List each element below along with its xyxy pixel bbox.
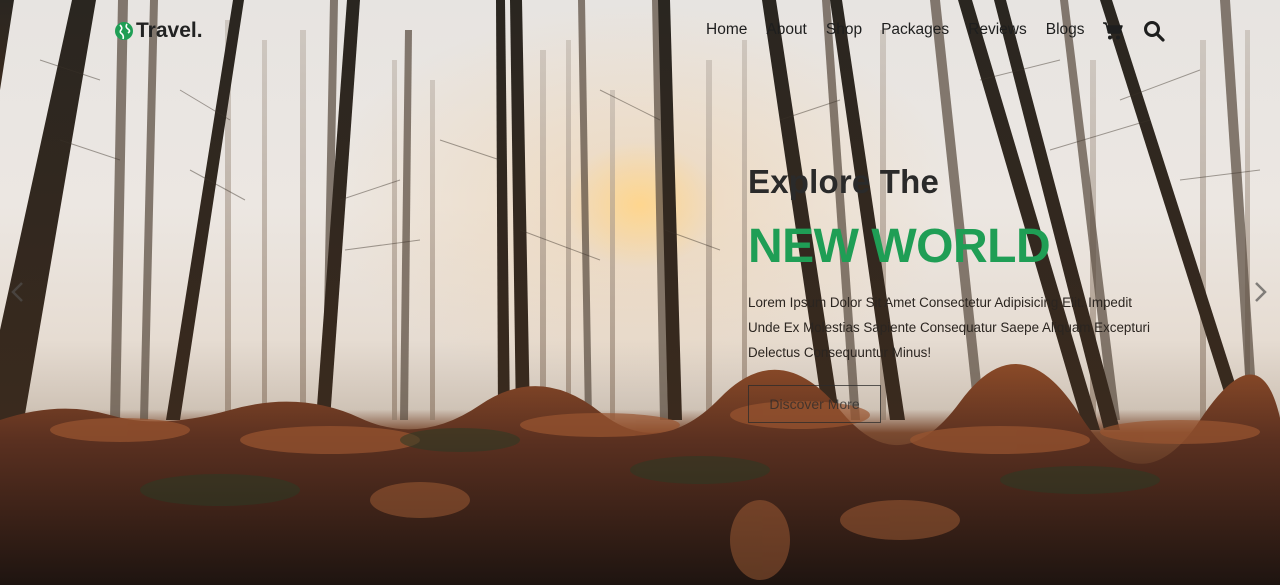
nav-home[interactable]: Home bbox=[706, 21, 747, 39]
main-nav: Home About Shop Packages Reviews Blogs bbox=[706, 21, 1085, 39]
chevron-right-icon[interactable] bbox=[1250, 280, 1270, 304]
search-icon[interactable] bbox=[1143, 20, 1165, 42]
hero-pre-title: Explore The bbox=[748, 163, 940, 200]
hero-slider: Travel. Home About Shop Packages Reviews… bbox=[0, 0, 1280, 585]
nav-about[interactable]: About bbox=[766, 21, 807, 39]
site-logo[interactable]: Travel. bbox=[114, 19, 203, 43]
discover-more-button[interactable]: Discover More bbox=[748, 385, 881, 423]
nav-reviews[interactable]: Reviews bbox=[968, 21, 1027, 39]
hero-description: Lorem Ipsum Dolor Sit Amet Consectetur A… bbox=[748, 295, 1150, 360]
logo-text: Travel. bbox=[136, 19, 203, 42]
hero-title: NEW WORLD bbox=[748, 220, 1051, 273]
cart-icon[interactable] bbox=[1102, 21, 1124, 41]
nav-packages[interactable]: Packages bbox=[881, 21, 949, 39]
nav-blogs[interactable]: Blogs bbox=[1046, 21, 1085, 39]
nav-shop[interactable]: Shop bbox=[826, 21, 862, 39]
chevron-left-icon[interactable] bbox=[8, 280, 28, 304]
globe-icon bbox=[114, 21, 134, 41]
site-header: Travel. Home About Shop Packages Reviews… bbox=[0, 0, 1280, 64]
hero-content: Explore The NEW WORLD Lorem Ipsum Dolor … bbox=[748, 160, 1168, 423]
